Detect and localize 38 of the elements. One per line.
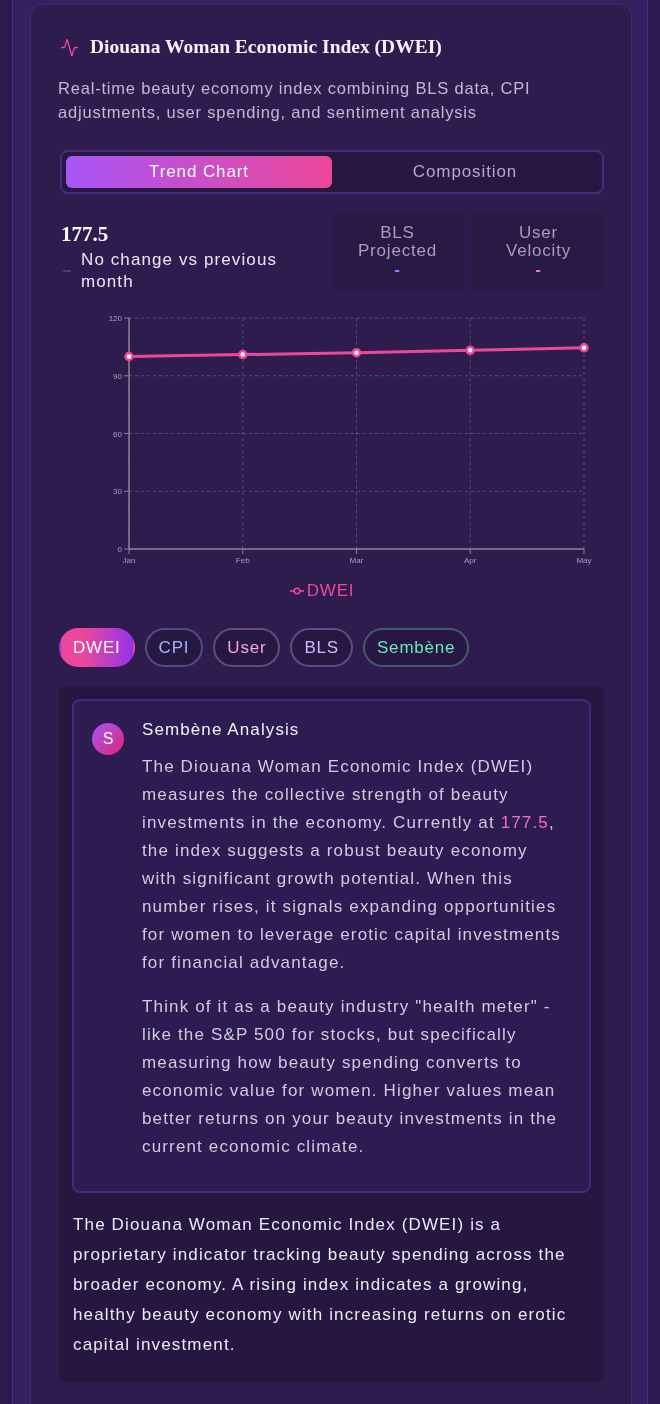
filter-chip[interactable]: DWEI bbox=[59, 628, 135, 667]
data-point-marker bbox=[579, 343, 589, 353]
axis-tick-label: May bbox=[576, 556, 592, 565]
data-point-marker bbox=[465, 345, 475, 356]
data-point-marker bbox=[238, 349, 248, 360]
axis-tick-label: Feb bbox=[235, 556, 250, 565]
change-text: No change vs previous month bbox=[81, 249, 279, 293]
tab[interactable]: Composition bbox=[332, 156, 598, 188]
axis-tick-label: 0 bbox=[117, 545, 122, 554]
stat-label: User Velocity bbox=[505, 224, 572, 260]
analysis-paragraph: The Diouana Woman Economic Index (DWEI) measures the collective strength of beauty investments in the economy. Currently at 177.5, the index suggests a robust beauty economy with significant growth potential. When this number rises, it signals expanding opportunities for women to leverage erotic capital investments for financial advantage. bbox=[142, 756, 562, 974]
tab[interactable]: Trend Chart bbox=[66, 156, 332, 188]
card-title: Diouana Woman Economic Index (DWEI) bbox=[90, 35, 442, 59]
filter-chip[interactable]: Sembène bbox=[363, 628, 470, 667]
pulse-icon bbox=[60, 37, 79, 57]
data-point-marker bbox=[351, 347, 362, 358]
legend-line-icon bbox=[289, 587, 304, 595]
axis-tick-label: Jan bbox=[122, 556, 136, 565]
axis-tick-label: Mar bbox=[349, 556, 364, 565]
stat-label: BLS Projected bbox=[357, 224, 438, 260]
axis-tick-label: Apr bbox=[464, 556, 477, 565]
filter-chip[interactable]: CPI bbox=[144, 628, 204, 667]
index-value: 177.5 bbox=[61, 222, 109, 246]
axis-tick-label: 60 bbox=[113, 429, 122, 439]
stat-value: - bbox=[535, 260, 542, 280]
axis-tick-label: 90 bbox=[113, 371, 122, 381]
card-subtitle: Real-time beauty economy index combining BLS data, CPI adjustments, user spending, and sentiment analysis bbox=[58, 78, 532, 123]
data-point-marker bbox=[124, 351, 134, 362]
analysis-paragraph: Think of it as a beauty industry "health meter" - like the S&P 500 for stocks, but specifically measuring how beauty spending converts to economic value for women. Higher values mean better returns on your beauty investments in the current economic climate. bbox=[142, 996, 559, 1158]
avatar: S bbox=[92, 723, 124, 755]
axis-tick-label: 120 bbox=[108, 314, 122, 323]
stat-value: - bbox=[394, 260, 401, 280]
filter-chip[interactable]: User bbox=[213, 628, 281, 667]
description-text: The Diouana Woman Economic Index (DWEI) is a proprietary indicator tracking beauty spending across the broader economy. A rising index indicates a growing, healthy beauty economy with increasing returns on erotic capital investment. bbox=[73, 1214, 568, 1356]
legend-label: DWEI bbox=[306, 581, 355, 601]
filter-chip[interactable]: BLS bbox=[290, 628, 353, 667]
axis-tick-label: 30 bbox=[113, 487, 122, 497]
analysis-title: Sembène Analysis bbox=[142, 719, 300, 741]
